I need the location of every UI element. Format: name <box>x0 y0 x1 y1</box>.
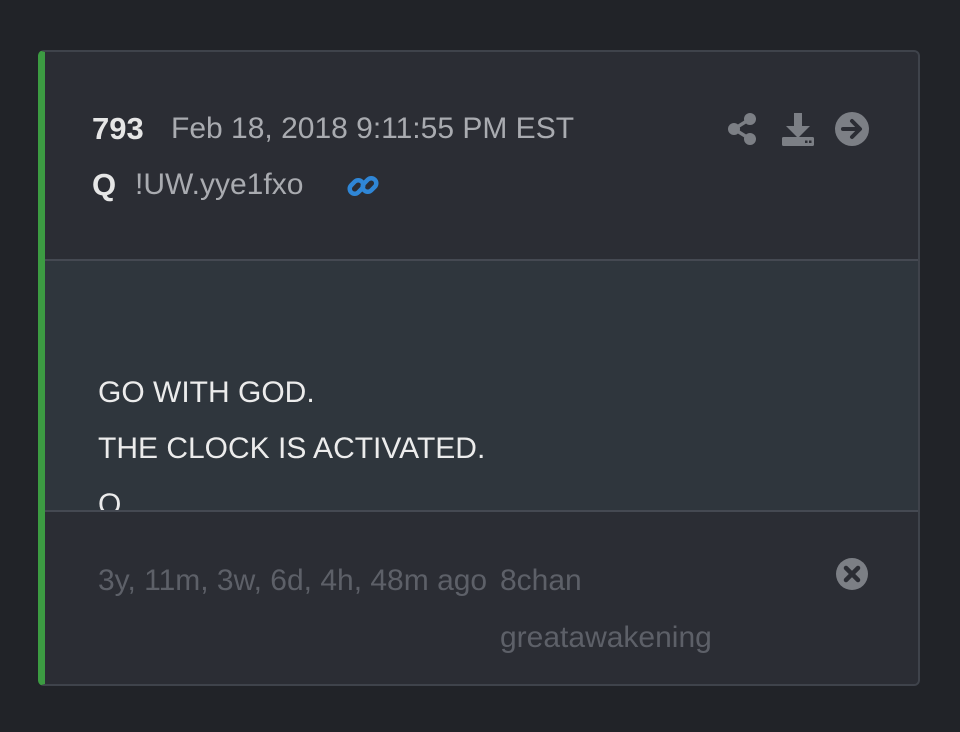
post-tripcode: !UW.yye1fxo <box>135 168 304 201</box>
post-card: 793 Feb 18, 2018 9:11:55 PM EST Q !UW.yy… <box>38 50 920 686</box>
post-number: 793 <box>92 111 144 146</box>
arrow-right-circle-icon[interactable] <box>833 110 871 148</box>
post-body-line: GO WITH GOD. <box>98 376 315 409</box>
post-source: 8chan greatawakening <box>500 564 712 654</box>
post-body-line: THE CLOCK IS ACTIVATED. <box>98 432 486 465</box>
post-header: 793 Feb 18, 2018 9:11:55 PM EST Q !UW.yy… <box>45 52 918 259</box>
share-icon[interactable] <box>723 110 761 148</box>
post-timestamp: Feb 18, 2018 9:11:55 PM EST <box>171 112 575 145</box>
post-age: 3y, 11m, 3w, 6d, 4h, 48m ago <box>98 564 488 597</box>
post-footer: 3y, 11m, 3w, 6d, 4h, 48m ago 8chan great… <box>45 512 918 684</box>
post-author: Q <box>92 167 117 202</box>
close-circle-icon[interactable] <box>832 554 872 594</box>
link-icon[interactable] <box>345 168 381 204</box>
download-icon[interactable] <box>779 110 817 148</box>
post-body: GO WITH GOD. THE CLOCK IS ACTIVATED. Q <box>45 261 918 521</box>
